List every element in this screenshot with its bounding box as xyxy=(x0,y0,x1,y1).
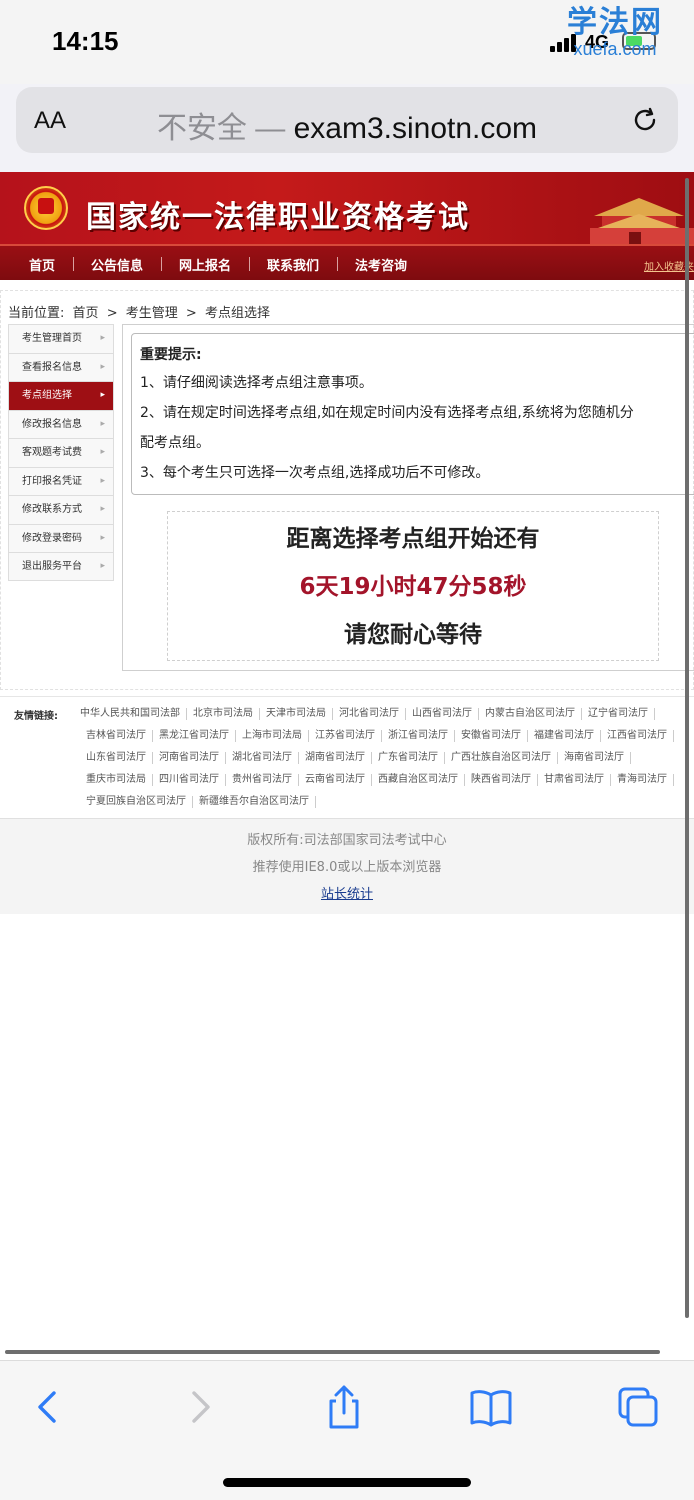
status-bar: 14:15 4G 学法网 xuefa.com xyxy=(0,0,694,84)
notice-box: 重要提示: 1、请仔细阅读选择考点组注意事项。 2、请在规定时间选择考点组,如在… xyxy=(131,333,694,495)
home-indicator[interactable] xyxy=(223,1478,471,1487)
nav-home[interactable]: 首页 xyxy=(29,255,55,274)
url-domain: exam3.sinotn.com xyxy=(293,112,538,145)
sidebar-item-exam-fee[interactable]: 客观题考试费 xyxy=(8,438,114,467)
friend-link-item[interactable]: 河北省司法厅 xyxy=(333,708,406,720)
breadcrumb-sep: > xyxy=(185,306,197,321)
sidebar-item-home[interactable]: 考生管理首页 xyxy=(8,324,114,353)
friend-link-item[interactable]: 贵州省司法厅 xyxy=(226,774,299,786)
friend-link-item[interactable]: 云南省司法厅 xyxy=(299,774,372,786)
site-banner: 国家统一法律职业资格考试 xyxy=(0,172,694,244)
friend-link-item[interactable]: 新疆维吾尔自治区司法厅 xyxy=(193,796,316,808)
breadcrumb: 当前位置: 首页 > 考生管理 > 考点组选择 xyxy=(8,302,274,321)
friend-link-item[interactable]: 吉林省司法厅 xyxy=(80,730,153,742)
notice-line: 1、请仔细阅读选择考点组注意事项。 xyxy=(140,375,373,391)
sidebar-item-edit-contact[interactable]: 修改联系方式 xyxy=(8,495,114,524)
countdown-wait: 请您耐心等待 xyxy=(344,622,482,648)
web-page: 国家统一法律职业资格考试 首页 公告信息 网上报名 联系我们 法考咨询 加入收藏… xyxy=(0,172,694,1360)
friend-links-list: 中华人民共和国司法部 北京市司法局 天津市司法局 河北省司法厅 山西省司法厅 内蒙古自治区… xyxy=(80,703,680,813)
breadcrumb-current: 考点组选择 xyxy=(204,306,270,321)
sidebar-item-logout[interactable]: 退出服务平台 xyxy=(8,552,114,581)
stats-link[interactable]: 站长统计 xyxy=(321,887,373,902)
friend-link-item[interactable]: 江西省司法厅 xyxy=(601,730,674,742)
friend-link-item[interactable]: 青海司法厅 xyxy=(611,774,674,786)
bookmarks-icon[interactable] xyxy=(466,1385,516,1429)
sidebar-item-select-center[interactable]: 考点组选择 xyxy=(8,381,114,410)
friend-link-item[interactable]: 黑龙江省司法厅 xyxy=(153,730,236,742)
emblem-icon xyxy=(24,186,68,230)
friend-link-item[interactable]: 江苏省司法厅 xyxy=(309,730,382,742)
countdown-remaining: 6天19小时47分58秒 xyxy=(299,574,527,600)
security-label: 不安全 — xyxy=(156,112,294,145)
horizontal-scrollbar[interactable] xyxy=(5,1350,660,1354)
friend-link-item[interactable]: 海南省司法厅 xyxy=(558,752,631,764)
watermark-domain: xuefa.com xyxy=(573,39,657,59)
friend-link-item[interactable]: 广西壮族自治区司法厅 xyxy=(445,752,558,764)
footer: 版权所有:司法部国家司法考试中心 推荐使用IE8.0或以上版本浏览器 站长统计 xyxy=(0,818,694,914)
friend-link-item[interactable]: 北京市司法局 xyxy=(187,708,260,720)
breadcrumb-sep: > xyxy=(106,306,118,321)
share-icon[interactable] xyxy=(319,1385,369,1429)
status-time: 14:15 xyxy=(52,26,119,56)
sidebar-item-print-voucher[interactable]: 打印报名凭证 xyxy=(8,466,114,495)
friend-link-item[interactable]: 广东省司法厅 xyxy=(372,752,445,764)
friend-link-item[interactable]: 辽宁省司法厅 xyxy=(582,708,655,720)
breadcrumb-home[interactable]: 首页 xyxy=(73,306,99,321)
footer-browser-tip: 推荐使用IE8.0或以上版本浏览器 xyxy=(252,860,442,875)
sidebar-item-view-registration[interactable]: 查看报名信息 xyxy=(8,352,114,381)
friend-links-label: 友情链接: xyxy=(14,711,58,722)
nav-registration[interactable]: 网上报名 xyxy=(179,255,231,274)
countdown-title: 距离选择考点组开始还有 xyxy=(286,526,540,552)
footer-copyright: 版权所有:司法部国家司法考试中心 xyxy=(247,833,447,848)
site-title: 国家统一法律职业资格考试 xyxy=(86,200,470,235)
notice-heading: 重要提示: xyxy=(140,347,202,363)
notice-line: 配考点组。 xyxy=(140,435,210,451)
notice-line: 3、每个考生只可选择一次考点组,选择成功后不可修改。 xyxy=(140,465,490,481)
friend-link-item[interactable]: 内蒙古自治区司法厅 xyxy=(479,708,582,720)
nav-consult[interactable]: 法考咨询 xyxy=(355,255,407,274)
breadcrumb-label: 当前位置: xyxy=(8,306,65,321)
sidebar-item-edit-password[interactable]: 修改登录密码 xyxy=(8,523,114,552)
main-nav: 首页 公告信息 网上报名 联系我们 法考咨询 加入收藏夹 xyxy=(0,244,694,280)
friend-link-item[interactable]: 四川省司法厅 xyxy=(153,774,226,786)
tiananmen-icon xyxy=(590,198,694,244)
forward-icon[interactable] xyxy=(174,1385,224,1429)
friend-link-item[interactable]: 福建省司法厅 xyxy=(528,730,601,742)
friend-link-item[interactable]: 中华人民共和国司法部 xyxy=(80,708,187,720)
watermark-logo: 学法网 xuefa.com xyxy=(567,5,663,59)
friend-link-item[interactable]: 浙江省司法厅 xyxy=(382,730,455,742)
tabs-icon[interactable] xyxy=(614,1385,664,1429)
reload-icon[interactable] xyxy=(630,105,660,135)
friend-link-item[interactable]: 湖北省司法厅 xyxy=(226,752,299,764)
friend-link-item[interactable]: 宁夏回族自治区司法厅 xyxy=(80,796,193,808)
url-field[interactable]: 不安全 — exam3.sinotn.com xyxy=(16,103,678,147)
vertical-scrollbar[interactable] xyxy=(685,178,689,1318)
notice-line: 2、请在规定时间选择考点组,如在规定时间内没有选择考点组,系统将为您随机分 xyxy=(140,405,634,421)
friend-link-item[interactable]: 陕西省司法厅 xyxy=(465,774,538,786)
friend-link-item[interactable]: 山西省司法厅 xyxy=(406,708,479,720)
friend-link-item[interactable]: 重庆市司法局 xyxy=(80,774,153,786)
friend-link-item[interactable]: 河南省司法厅 xyxy=(153,752,226,764)
content-panel: 重要提示: 1、请仔细阅读选择考点组注意事项。 2、请在规定时间选择考点组,如在… xyxy=(122,324,694,671)
friend-link-item[interactable]: 湖南省司法厅 xyxy=(299,752,372,764)
sidebar-item-edit-registration[interactable]: 修改报名信息 xyxy=(8,409,114,438)
back-icon[interactable] xyxy=(24,1385,74,1429)
sidebar: 考生管理首页 查看报名信息 考点组选择 修改报名信息 客观题考试费 打印报名凭证… xyxy=(8,324,114,581)
address-bar[interactable]: AA 不安全 — exam3.sinotn.com xyxy=(16,87,678,153)
friend-link-item[interactable]: 上海市司法局 xyxy=(236,730,309,742)
friend-links: 友情链接: 中华人民共和国司法部 北京市司法局 天津市司法局 河北省司法厅 山西省司法厅… xyxy=(0,696,694,818)
friend-link-item[interactable]: 山东省司法厅 xyxy=(80,752,153,764)
breadcrumb-candidate[interactable]: 考生管理 xyxy=(126,306,178,321)
watermark-brand: 学法网 xyxy=(567,5,663,40)
countdown-box: 距离选择考点组开始还有 6天19小时47分58秒 请您耐心等待 xyxy=(167,511,659,661)
friend-link-item[interactable]: 天津市司法局 xyxy=(260,708,333,720)
friend-link-item[interactable]: 安徽省司法厅 xyxy=(455,730,528,742)
friend-link-item[interactable]: 西藏自治区司法厅 xyxy=(372,774,465,786)
nav-announcements[interactable]: 公告信息 xyxy=(91,255,143,274)
friend-link-item[interactable]: 甘肃省司法厅 xyxy=(538,774,611,786)
nav-contact[interactable]: 联系我们 xyxy=(267,255,319,274)
